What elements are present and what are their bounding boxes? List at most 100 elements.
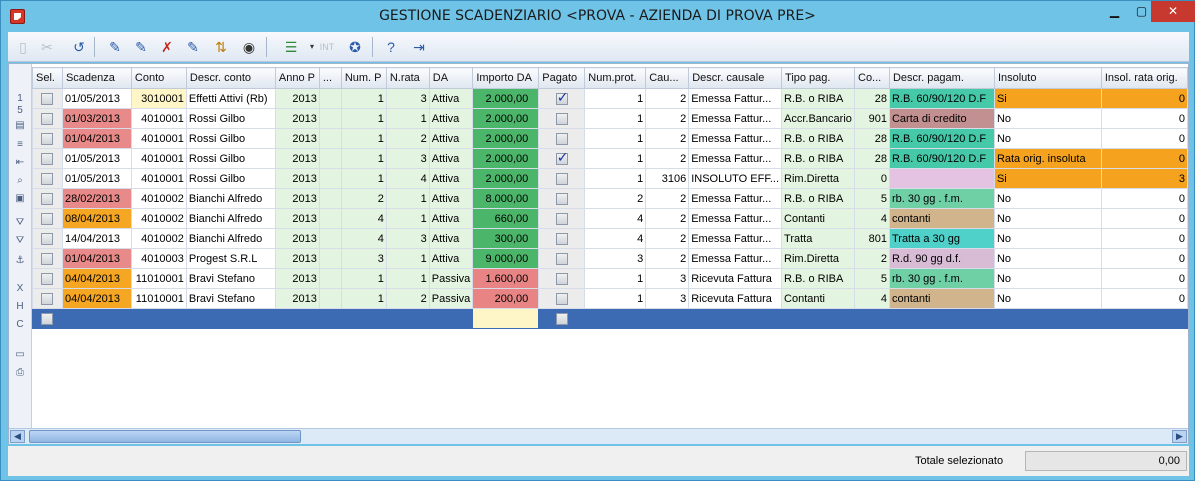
table-row[interactable]: 14/04/2013 4010002 Bianchi Alfredo 2013 4 3 At… [32, 228, 1189, 249]
new-row-checkbox[interactable] [555, 312, 568, 325]
undo-icon[interactable]: ↺ [68, 36, 90, 58]
tipo-pag-cell[interactable]: Accr.Bancario [781, 108, 855, 129]
descr-pagam-cell[interactable]: contanti [888, 288, 995, 309]
binoculars-icon[interactable]: ◉ [238, 36, 260, 58]
da-cell[interactable]: Attiva [428, 208, 474, 229]
causale-code-cell[interactable]: 2 [645, 248, 690, 269]
anchor-icon[interactable]: ⚓ [13, 254, 27, 268]
pagato-checkbox[interactable] [555, 212, 568, 225]
num-p-cell[interactable]: 1 [340, 88, 387, 109]
new-row-cell[interactable] [185, 308, 276, 329]
scroll-left-icon[interactable]: ◀ [10, 430, 25, 443]
edit-icon[interactable]: ✎ [104, 36, 126, 58]
da-cell[interactable]: Attiva [428, 168, 474, 189]
descr-causale-cell[interactable]: Emessa Fattur... [688, 148, 783, 169]
horizontal-scrollbar[interactable]: ◀ ▶ [9, 428, 1188, 444]
da-cell[interactable]: Attiva [428, 188, 474, 209]
close-button[interactable]: ✕ [1151, 1, 1195, 22]
num-prot-cell[interactable]: 1 [584, 168, 647, 189]
pagato-checkbox[interactable] [555, 192, 568, 205]
num-p-cell[interactable]: 2 [340, 188, 387, 209]
rata-cell[interactable]: 1 [385, 268, 430, 289]
descr-causale-cell[interactable]: INSOLUTO EFF... [688, 168, 783, 189]
causale-code-cell[interactable]: 2 [645, 88, 690, 109]
pagato-checkbox[interactable] [555, 292, 568, 305]
scadenza-cell[interactable]: 28/02/2013 [61, 188, 132, 209]
da-cell[interactable]: Attiva [428, 148, 474, 169]
descr-causale-cell[interactable]: Emessa Fattur... [688, 108, 783, 129]
select-checkbox-cell[interactable] [32, 228, 63, 249]
select-checkbox[interactable] [41, 292, 54, 305]
importo-cell[interactable]: 8.000,00 [472, 188, 540, 209]
num-prot-cell[interactable]: 3 [584, 248, 647, 269]
new-row-cell[interactable] [61, 308, 132, 329]
cancel-icon[interactable]: ✗ [156, 36, 178, 58]
insol-orig-cell[interactable]: 0 [1100, 248, 1189, 269]
descr-pagam-cell[interactable]: R.d. 90 gg d.f. [888, 248, 995, 269]
importo-cell[interactable]: 660,00 [472, 208, 540, 229]
select-checkbox-cell[interactable] [32, 108, 63, 129]
pagato-checkbox[interactable] [555, 172, 568, 185]
column-header[interactable]: Importo DA [472, 67, 540, 89]
delete-icon[interactable]: ✂ [36, 36, 58, 58]
descr-pagam-cell[interactable] [888, 168, 995, 189]
new-row-cell[interactable] [130, 308, 187, 329]
tipo-pag-cell[interactable]: R.B. o RIBA [781, 88, 855, 109]
rata-cell[interactable]: 1 [385, 188, 430, 209]
scadenza-cell[interactable]: 01/05/2013 [61, 168, 132, 189]
column-header[interactable]: ... [318, 67, 342, 89]
extra-cell[interactable] [318, 168, 342, 189]
table-row[interactable]: 01/04/2013 4010003 Progest S.R.L 2013 3 1 Atti… [32, 248, 1189, 269]
descr-causale-cell[interactable]: Emessa Fattur... [688, 128, 783, 149]
insoluto-cell[interactable]: No [993, 208, 1102, 229]
importo-cell[interactable]: 1.600,00 [472, 268, 540, 289]
new-row-cell[interactable] [538, 308, 586, 329]
da-cell[interactable]: Passiva [428, 268, 474, 289]
table-row[interactable]: 04/04/2013 11010001 Bravi Stefano 2013 1 2 Pas… [32, 288, 1189, 309]
column-header[interactable]: Insol. rata orig. [1100, 67, 1189, 89]
select-checkbox[interactable] [41, 132, 54, 145]
scadenza-cell[interactable]: 01/03/2013 [61, 108, 132, 129]
extra-cell[interactable] [318, 128, 342, 149]
anno-cell[interactable]: 2013 [274, 288, 320, 309]
select-checkbox-cell[interactable] [32, 268, 63, 289]
num-p-cell[interactable]: 1 [340, 128, 387, 149]
num-p-cell[interactable]: 1 [340, 148, 387, 169]
codice-pag-cell[interactable]: 2 [854, 248, 890, 269]
codice-pag-cell[interactable]: 28 [854, 88, 890, 109]
select-checkbox-cell[interactable] [32, 148, 63, 169]
pagato-cell[interactable] [538, 268, 586, 289]
descr-conto-cell[interactable]: Bravi Stefano [185, 288, 276, 309]
insol-orig-cell[interactable]: 3 [1100, 168, 1189, 189]
copy-icon[interactable]: ▤ [13, 119, 27, 133]
importo-cell[interactable]: 2.000,00 [472, 128, 540, 149]
causale-code-cell[interactable]: 2 [645, 188, 690, 209]
table-row[interactable]: 01/04/2013 4010001 Rossi Gilbo 2013 1 2 Attiva… [32, 128, 1189, 149]
num-p-cell[interactable]: 1 [340, 268, 387, 289]
export-c-icon[interactable]: C [13, 318, 27, 332]
da-cell[interactable]: Attiva [428, 228, 474, 249]
column-header[interactable]: Num.prot. [584, 67, 647, 89]
descr-pagam-cell[interactable]: contanti [888, 208, 995, 229]
select-checkbox[interactable] [41, 212, 54, 225]
causale-code-cell[interactable]: 2 [645, 108, 690, 129]
descr-conto-cell[interactable]: Bianchi Alfredo [185, 208, 276, 229]
column-header[interactable]: DA [428, 67, 474, 89]
select-checkbox[interactable] [41, 152, 54, 165]
descr-conto-cell[interactable]: Rossi Gilbo [185, 128, 276, 149]
column-header[interactable]: Pagato [538, 67, 586, 89]
descr-conto-cell[interactable]: Rossi Gilbo [185, 108, 276, 129]
num-p-cell[interactable]: 4 [340, 208, 387, 229]
insoluto-cell[interactable]: No [993, 288, 1102, 309]
codice-pag-cell[interactable]: 5 [854, 188, 890, 209]
anno-cell[interactable]: 2013 [274, 248, 320, 269]
new-row-cell[interactable] [318, 308, 342, 329]
num-prot-cell[interactable]: 1 [584, 108, 647, 129]
new-row-cell[interactable] [888, 308, 995, 329]
select-checkbox[interactable] [41, 112, 54, 125]
da-cell[interactable]: Attiva [428, 88, 474, 109]
new-row-cell[interactable] [854, 308, 890, 329]
conto-cell[interactable]: 4010002 [130, 228, 187, 249]
descr-conto-cell[interactable]: Rossi Gilbo [185, 148, 276, 169]
descr-pagam-cell[interactable]: R.B. 60/90/120 D.F [888, 148, 995, 169]
